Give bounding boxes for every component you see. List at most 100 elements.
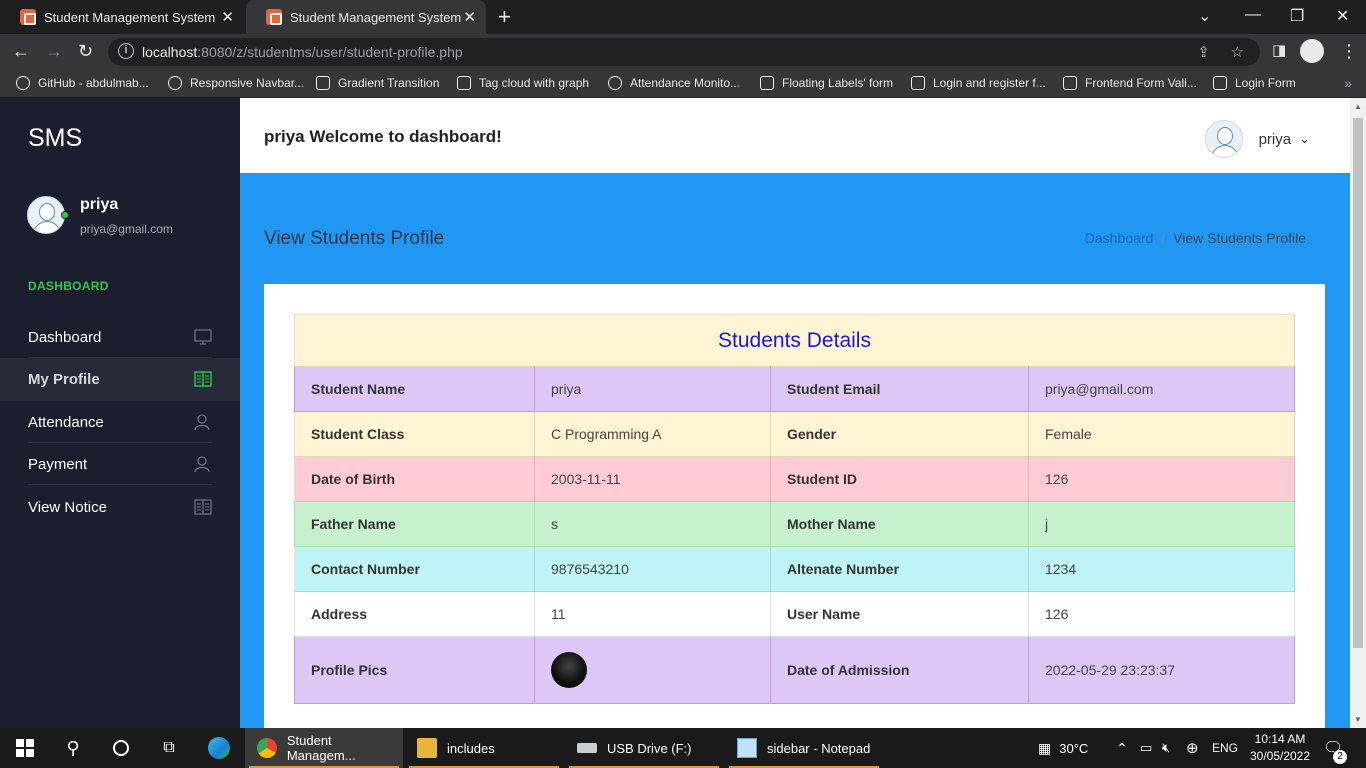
bookmarks-overflow-icon[interactable]: » <box>1344 75 1352 91</box>
back-arrow-icon[interactable]: ← <box>12 41 30 62</box>
field-value: j <box>1028 501 1295 547</box>
taskbar-app-usb[interactable]: USB Drive (F:) <box>565 728 723 768</box>
bookmark-github[interactable]: GitHub - abdulmab... <box>16 76 149 90</box>
field-value: 9876543210 <box>534 546 771 592</box>
battery-icon[interactable]: ▭ <box>1140 728 1152 768</box>
bookmark-login-form[interactable]: Login Form <box>1213 76 1296 90</box>
taskbar-app-explorer[interactable]: includes <box>405 728 563 768</box>
folder-icon <box>417 738 437 758</box>
breadcrumb-dashboard-link[interactable]: Dashboard <box>1085 230 1154 246</box>
content-area: View Students Profile Dashboard / View S… <box>240 173 1350 728</box>
field-label: Profile Pics <box>294 636 535 704</box>
new-tab-icon[interactable]: + <box>498 4 511 30</box>
menu-kebab-icon[interactable]: ⋮ <box>1340 41 1358 62</box>
windows-start-icon[interactable] <box>8 728 42 768</box>
sidebar-item-view-notice[interactable]: View Notice <box>0 486 240 528</box>
bookmark-label: Responsive Navbar... <box>190 76 305 90</box>
search-icon[interactable]: ⚲ <box>56 728 90 768</box>
speaker-muted-icon[interactable]: 🔇︎ <box>1162 728 1170 768</box>
task-view-icon[interactable]: ⧉ <box>152 728 186 768</box>
field-label: Student Email <box>770 366 1029 412</box>
github-icon <box>16 76 30 90</box>
avatar <box>1204 120 1243 158</box>
address-toolbar: ← → ↻ i localhost:8080/z/studentms/user/… <box>0 34 1366 70</box>
minimize-icon[interactable]: — <box>1245 6 1261 24</box>
codepen-icon <box>911 76 925 90</box>
close-icon[interactable]: ✕ <box>221 8 234 26</box>
bookmark-attendance[interactable]: Attendance Monito... <box>608 76 740 90</box>
bookmarks-bar: GitHub - abdulmab... Responsive Navbar..… <box>0 70 1366 98</box>
sidebar-section-title: DASHBOARD <box>28 279 109 293</box>
bookmark-label: Frontend Form Vali... <box>1085 76 1197 90</box>
drive-icon <box>577 743 597 753</box>
xampp-favicon-icon <box>266 9 282 25</box>
sidebar-item-label: Dashboard <box>28 329 102 346</box>
share-icon[interactable]: ⇪ <box>1197 43 1210 61</box>
bookmark-label: Login and register f... <box>933 76 1046 90</box>
scroll-up-icon[interactable]: ▲ <box>1354 102 1362 111</box>
field-value: 2003-11-11 <box>534 456 771 502</box>
edge-icon[interactable] <box>200 728 238 768</box>
sidebar-item-attendance[interactable]: Attendance <box>0 401 240 443</box>
bookmark-floating[interactable]: Floating Labels' form <box>760 76 893 90</box>
brand-logo[interactable]: SMS <box>28 124 82 153</box>
browser-tab-dashboard[interactable]: Student Management System|||Dashboard ✕ <box>0 0 244 34</box>
taskbar-app-chrome[interactable]: Student Managem... <box>245 728 403 768</box>
browser-tab-strip: Student Management System|||Dashboard ✕ … <box>0 0 1366 34</box>
side-panel-icon[interactable]: ◨ <box>1272 41 1286 59</box>
sidebar-item-my-profile[interactable]: My Profile <box>0 358 240 401</box>
network-globe-icon[interactable]: ⊕ <box>1186 728 1199 768</box>
clock-date: 30/05/2022 <box>1249 749 1311 763</box>
forward-arrow-icon[interactable]: → <box>45 41 63 62</box>
welcome-message: priya Welcome to dashboard! <box>264 127 502 146</box>
browser-tab-profile[interactable]: Student Management System|| View Student… <box>246 0 486 34</box>
bookmark-star-icon[interactable]: ☆ <box>1231 43 1244 61</box>
url-bar[interactable]: i localhost:8080/z/studentms/user/studen… <box>108 38 1260 66</box>
online-status-dot <box>61 211 69 219</box>
xampp-favicon-icon <box>20 9 36 25</box>
bookmark-form-validation[interactable]: Frontend Form Vali... <box>1063 76 1197 90</box>
field-value: C Programming A <box>534 411 771 457</box>
reload-icon[interactable]: ↻ <box>78 41 93 62</box>
table-row: Contact Number 9876543210 Altenate Numbe… <box>294 546 1295 592</box>
system-clock[interactable]: 10:14 AM 30/05/2022 <box>1247 731 1313 765</box>
bookmark-label: Gradient Transition <box>338 76 440 90</box>
sidebar-item-dashboard[interactable]: Dashboard <box>0 316 240 358</box>
sidebar-user-name: priya <box>80 196 119 213</box>
scrollbar-thumb[interactable] <box>1353 118 1363 648</box>
bookmark-navbar[interactable]: Responsive Navbar... <box>168 76 304 90</box>
field-value: Female <box>1028 411 1295 457</box>
bookmark-login-register[interactable]: Login and register f... <box>911 76 1046 90</box>
restore-icon[interactable]: ❐ <box>1290 6 1304 26</box>
site-info-icon[interactable]: i <box>118 43 134 59</box>
sidebar-item-payment[interactable]: Payment <box>0 443 240 485</box>
url-path: :8080/z/studentms/user/student-profile.p… <box>197 44 463 60</box>
bookmark-gradient[interactable]: Gradient Transition <box>316 76 439 90</box>
url-text[interactable]: localhost:8080/z/studentms/user/student-… <box>142 44 463 60</box>
avatar <box>27 196 65 234</box>
codepen-icon <box>760 76 774 90</box>
bookmark-tagcloud[interactable]: Tag cloud with graph <box>457 76 589 90</box>
show-hidden-icons-icon[interactable]: ⌃ <box>1116 728 1128 768</box>
scroll-down-icon[interactable]: ▼ <box>1354 715 1362 724</box>
profile-avatar-icon[interactable] <box>1300 39 1324 63</box>
cortana-icon[interactable] <box>104 728 138 768</box>
user-menu[interactable]: priya ⌄ <box>1204 120 1310 158</box>
breadcrumb-separator: / <box>1161 230 1166 246</box>
taskbar-app-notepad[interactable]: sidebar - Notepad <box>725 728 883 768</box>
tab-search-chevron-icon[interactable]: ⌄ <box>1198 6 1211 26</box>
close-icon[interactable]: ✕ <box>463 8 476 26</box>
weather-widget[interactable]: ▦ 30°C <box>1038 728 1088 768</box>
notification-center-icon[interactable]: 🗨︎ 2 <box>1323 728 1347 768</box>
field-value: 1234 <box>1028 546 1295 592</box>
table-row: Student Class C Programming A Gender Fem… <box>294 411 1295 457</box>
page-scrollbar[interactable]: ▲ ▼ <box>1350 98 1366 728</box>
close-window-icon[interactable]: ✕ <box>1336 6 1349 26</box>
language-indicator[interactable]: ENG <box>1212 728 1238 768</box>
user-icon <box>194 414 210 431</box>
chrome-icon <box>257 738 277 758</box>
field-label: Date of Birth <box>294 456 535 502</box>
taskbar-app-label: includes <box>447 740 495 756</box>
field-value: 126 <box>1028 456 1295 502</box>
codepen-icon <box>316 76 330 90</box>
